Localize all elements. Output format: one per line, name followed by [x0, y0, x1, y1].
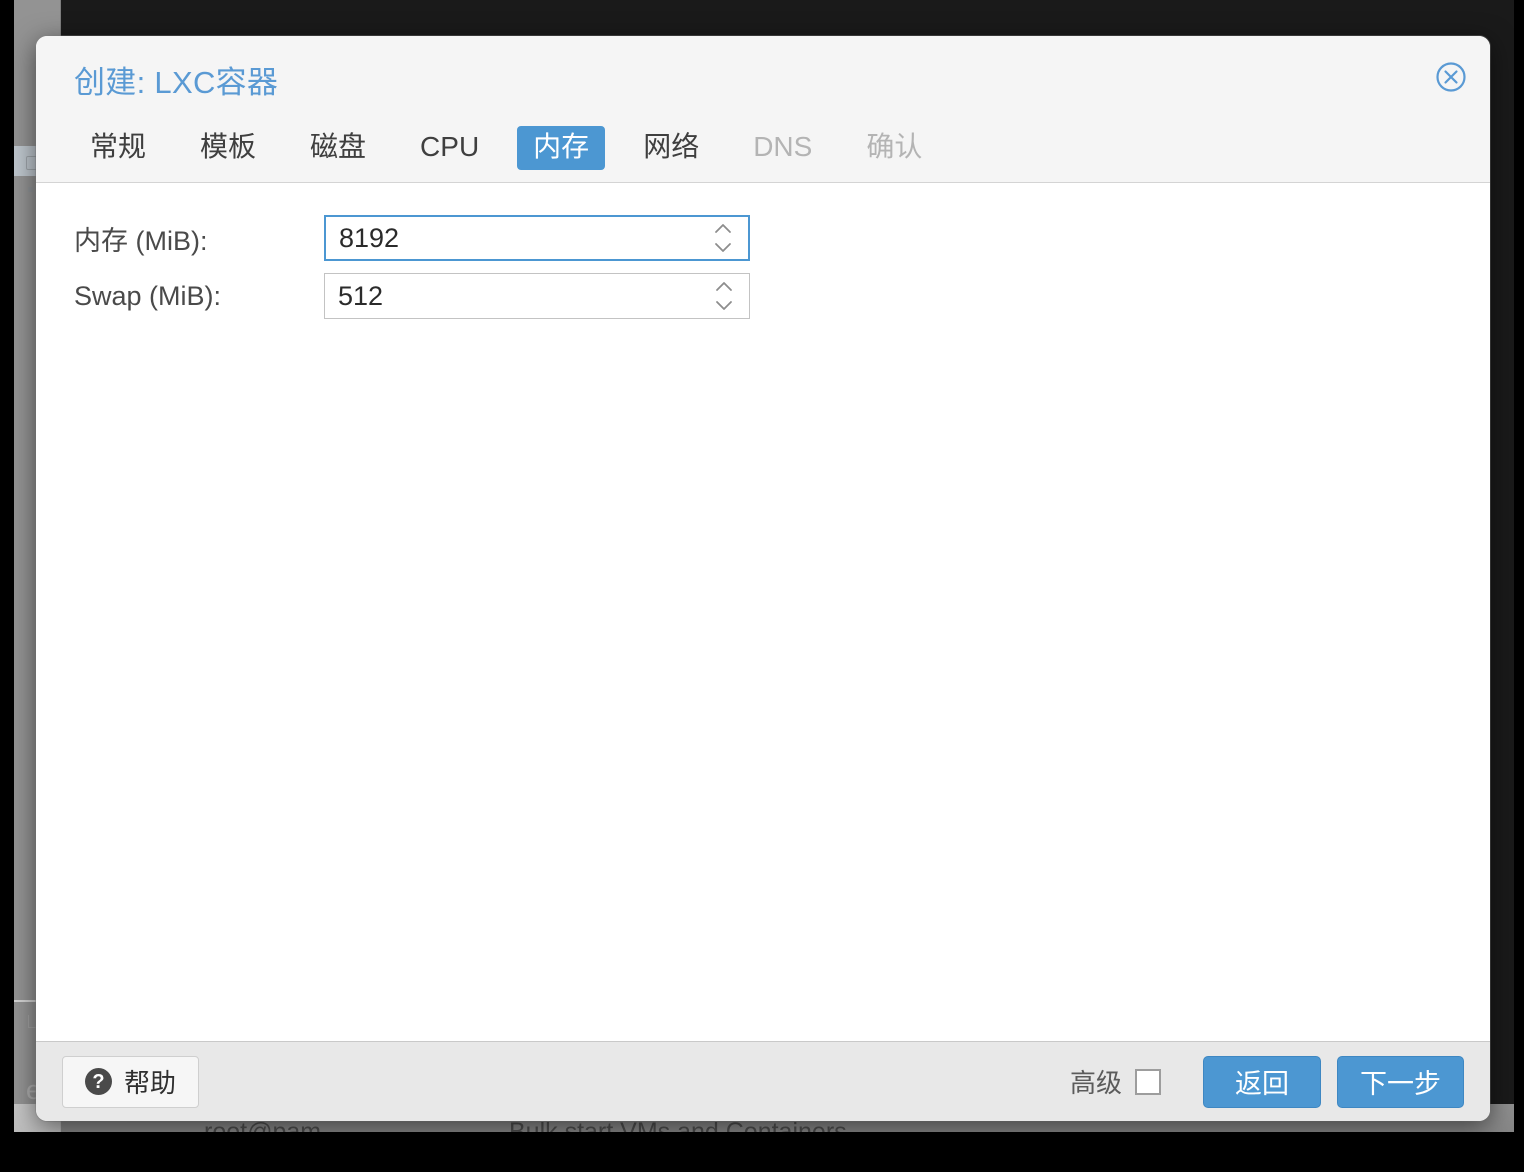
memory-label: 内存 (MiB):	[74, 225, 208, 256]
advanced-label: 高级	[1069, 1068, 1122, 1098]
tab-memory[interactable]: 内存	[517, 126, 606, 170]
form-row-swap: Swap (MiB):	[36, 267, 1490, 325]
help-button-label: 帮助	[124, 1068, 177, 1098]
dialog-title: 创建: LXC容器	[74, 65, 279, 100]
tab-general[interactable]: 常规	[74, 126, 162, 170]
back-button[interactable]: 返回	[1203, 1055, 1321, 1108]
tab-dns: DNS	[753, 131, 813, 162]
dialog-footer: ? 帮助 高级 返回 下一步	[36, 1041, 1490, 1121]
tab-confirm: 确认	[866, 131, 923, 162]
swap-input[interactable]	[325, 273, 700, 319]
dialog-body: 内存 (MiB): Swap (MiB):	[36, 183, 1490, 1041]
dialog-header: 创建: LXC容器	[36, 36, 1490, 114]
screen-bottom-mask	[0, 1132, 1524, 1172]
advanced-toggle[interactable]: 高级	[1070, 1063, 1161, 1100]
swap-spinner[interactable]	[324, 273, 750, 319]
help-button[interactable]: ? 帮助	[62, 1055, 200, 1108]
question-mark-icon: ?	[85, 1068, 112, 1095]
memory-input[interactable]	[326, 216, 701, 260]
tab-disk[interactable]: 磁盘	[294, 126, 382, 170]
create-lxc-container-dialog: 创建: LXC容器 常规 模板 磁盘 CPU 内存 网络 DNS 确认 内存 (…	[36, 36, 1490, 1121]
memory-spinner-arrows[interactable]	[712, 221, 734, 255]
dialog-tab-bar: 常规 模板 磁盘 CPU 内存 网络 DNS 确认	[36, 114, 1490, 183]
tab-network[interactable]: 网络	[627, 126, 715, 170]
advanced-checkbox[interactable]	[1135, 1068, 1161, 1095]
swap-spinner-arrows[interactable]	[713, 279, 735, 313]
form-row-memory: 内存 (MiB):	[36, 209, 1490, 267]
swap-label: Swap (MiB):	[74, 280, 222, 311]
close-circle-icon[interactable]	[1434, 60, 1468, 94]
tab-cpu[interactable]: CPU	[404, 126, 495, 170]
memory-spinner[interactable]	[324, 215, 750, 261]
bullet-icon	[28, 187, 33, 192]
next-button[interactable]: 下一步	[1337, 1055, 1464, 1108]
tab-template[interactable]: 模板	[184, 126, 272, 170]
